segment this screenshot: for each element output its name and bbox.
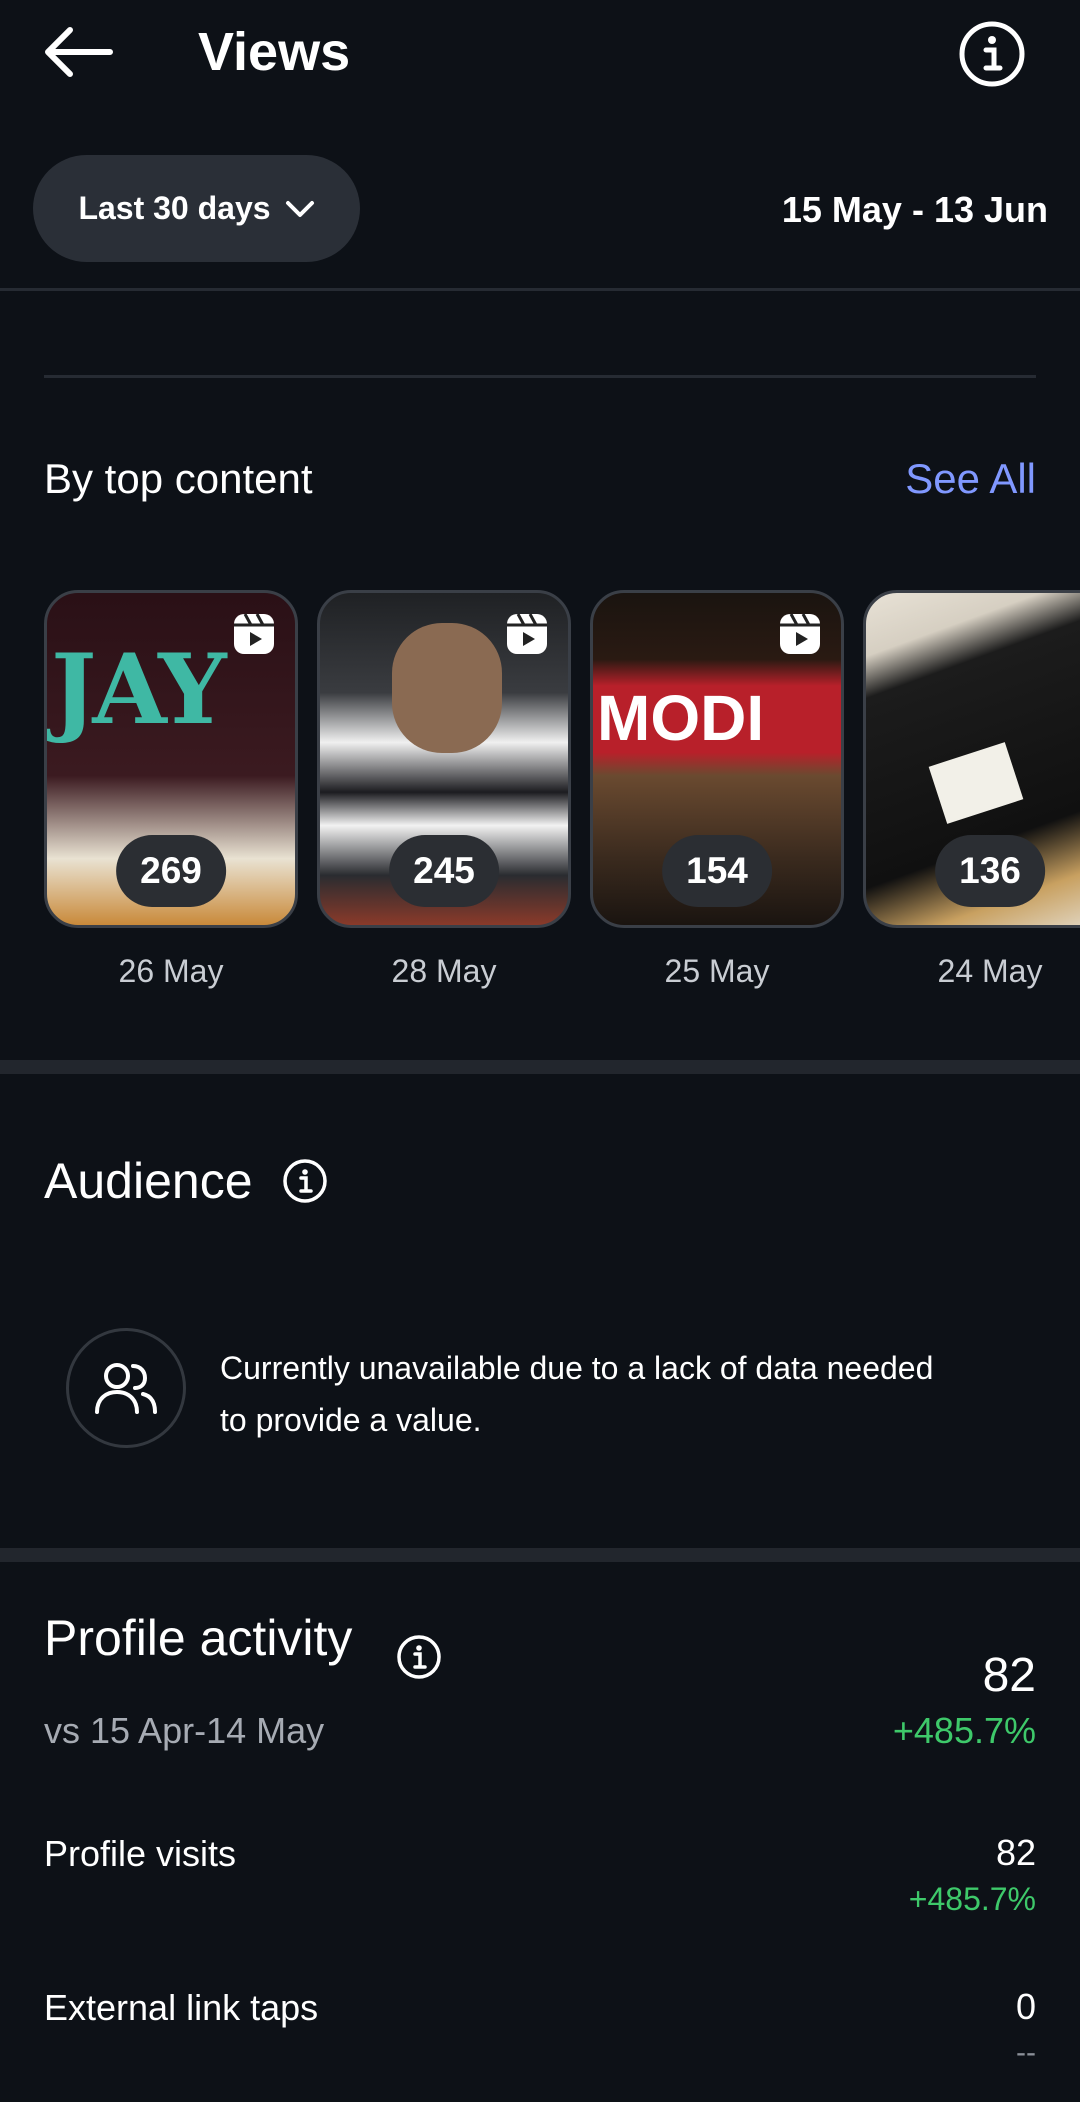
- profile-activity-total: 82: [982, 1649, 1036, 1702]
- comparison-period: vs 15 Apr-14 May: [44, 1710, 325, 1751]
- see-all-link[interactable]: See All: [905, 452, 1036, 506]
- content-card[interactable]: MODI 154 25 May: [590, 590, 844, 992]
- top-content-carousel[interactable]: JAY 269 26 May 245 28 May MODI 154 25 Ma…: [44, 590, 1080, 1010]
- metric-value-profile-visits: 82: [995, 1832, 1036, 1873]
- content-thumbnail[interactable]: JAY 269: [44, 590, 298, 928]
- view-count: 154: [662, 835, 772, 907]
- info-icon[interactable]: [282, 1158, 328, 1204]
- section-divider: [0, 1060, 1080, 1074]
- content-card[interactable]: JAY 269 26 May: [44, 590, 298, 992]
- people-icon: [95, 1363, 157, 1414]
- section-divider: [0, 1548, 1080, 1562]
- profile-activity-delta: +485.7%: [892, 1710, 1036, 1751]
- page-title: Views: [198, 22, 351, 82]
- audience-unavailable-message: Currently unavailable due to a lack of d…: [220, 1350, 934, 1438]
- content-date: 24 May: [937, 953, 1043, 989]
- profile-activity-title: Profile activity: [44, 1610, 353, 1666]
- chevron-down-icon: [285, 200, 314, 217]
- metric-label-profile-visits: Profile visits: [44, 1833, 237, 1874]
- view-count: 245: [389, 835, 499, 907]
- top-content-title: By top content: [44, 455, 313, 502]
- content-thumbnail[interactable]: MODI 154: [590, 590, 844, 928]
- metric-value-external-link-taps: 0: [1015, 1986, 1036, 2027]
- date-range-text: 15 May - 13 Jun: [781, 189, 1048, 230]
- divider: [0, 288, 1080, 291]
- thumbnail-text: JAY: [51, 633, 227, 746]
- content-thumbnail[interactable]: 136: [863, 590, 1080, 928]
- reel-icon: [780, 613, 820, 654]
- audience-title: Audience: [44, 1153, 253, 1209]
- content-card[interactable]: 136 24 May: [863, 590, 1080, 992]
- back-arrow-icon[interactable]: [40, 24, 116, 80]
- content-date: 26 May: [118, 953, 224, 989]
- view-count: 136: [935, 835, 1045, 907]
- date-range-dropdown-label: Last 30 days: [78, 190, 271, 226]
- view-count: 269: [116, 835, 226, 907]
- info-icon[interactable]: [958, 20, 1026, 88]
- metric-delta-external-link-taps: --: [1016, 2036, 1036, 2069]
- reel-icon: [234, 613, 274, 654]
- info-icon[interactable]: [396, 1634, 442, 1680]
- content-date: 25 May: [664, 953, 770, 989]
- metric-delta-profile-visits: +485.7%: [908, 1881, 1036, 1917]
- thumbnail-text: MODI: [597, 682, 765, 754]
- reel-icon: [507, 613, 547, 654]
- content-thumbnail[interactable]: 245: [317, 590, 571, 928]
- content-card[interactable]: 245 28 May: [317, 590, 571, 992]
- audience-people-icon-container: [66, 1328, 186, 1448]
- divider: [44, 375, 1036, 378]
- metric-label-external-link-taps: External link taps: [44, 1987, 319, 2028]
- content-date: 28 May: [391, 953, 497, 989]
- date-range-dropdown[interactable]: Last 30 days: [33, 155, 360, 262]
